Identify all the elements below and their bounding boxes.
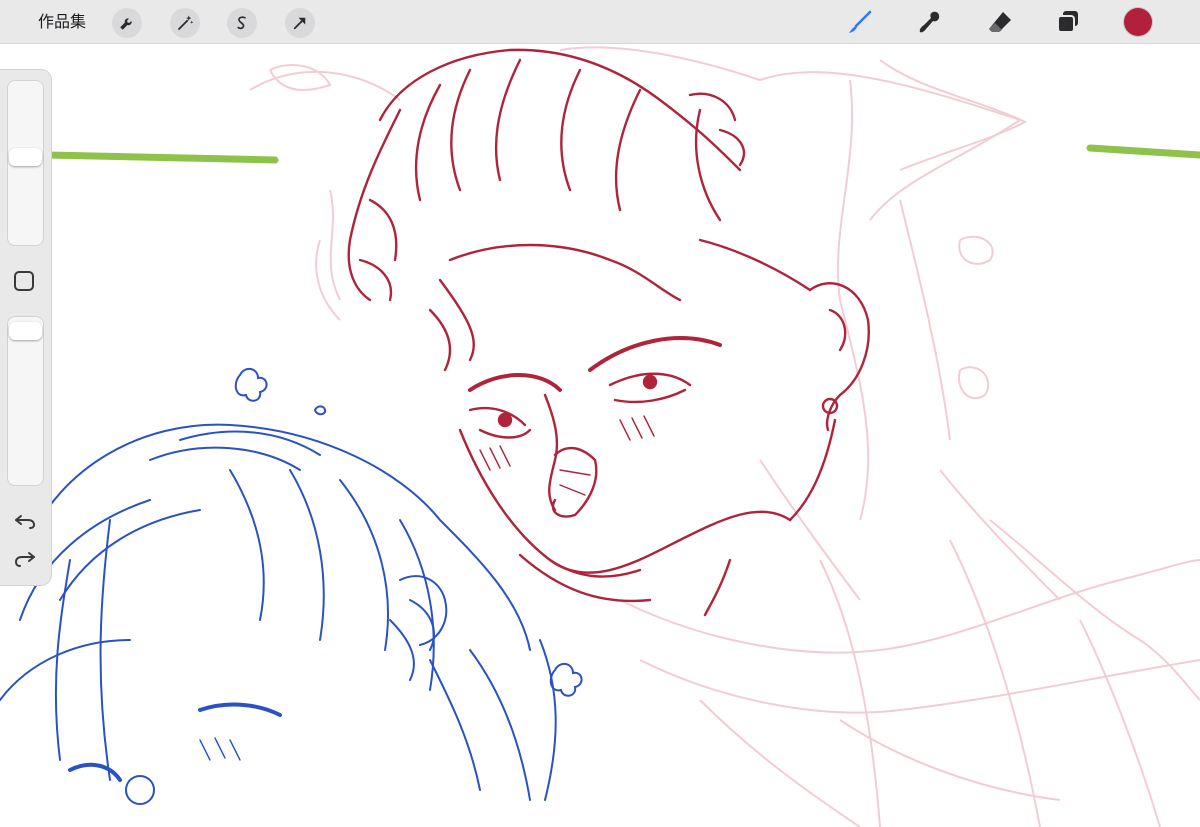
drawing-canvas[interactable] [0, 44, 1200, 827]
selection-button[interactable] [227, 8, 257, 38]
smudge-icon [919, 11, 940, 33]
eraser-tool-button[interactable] [984, 6, 1016, 38]
transform-button[interactable] [285, 8, 315, 38]
modify-button[interactable] [14, 271, 34, 291]
green-stroke-left [44, 151, 279, 164]
redo-icon[interactable] [13, 549, 37, 573]
gallery-button[interactable]: 作品集 [38, 10, 86, 34]
top-toolbar: 作品集 [0, 0, 1200, 44]
adjustments-button[interactable] [170, 8, 200, 38]
eraser-icon [989, 12, 1011, 32]
brush-size-slider[interactable] [7, 80, 44, 246]
undo-icon[interactable] [13, 508, 37, 532]
green-stroke-right [1086, 144, 1200, 159]
opacity-slider[interactable] [7, 316, 44, 486]
brush-tool-button[interactable] [844, 6, 876, 38]
wrench-icon [120, 18, 132, 30]
blue-lineart-layer [0, 367, 583, 805]
left-sidebar [0, 70, 51, 585]
brush-icon [849, 10, 872, 33]
magic-wand-icon [178, 15, 194, 30]
color-picker-button[interactable] [1124, 8, 1152, 36]
pink-sketch-layer [249, 46, 1200, 827]
actions-button[interactable] [112, 8, 142, 38]
brush-size-thumb[interactable] [9, 148, 42, 166]
opacity-thumb[interactable] [9, 322, 42, 340]
transform-arrow-icon [293, 17, 306, 30]
selection-icon [237, 16, 246, 30]
smudge-tool-button[interactable] [914, 6, 946, 38]
layers-icon [1057, 11, 1078, 33]
layers-button[interactable] [1052, 6, 1084, 38]
red-lineart-layer [347, 48, 870, 617]
